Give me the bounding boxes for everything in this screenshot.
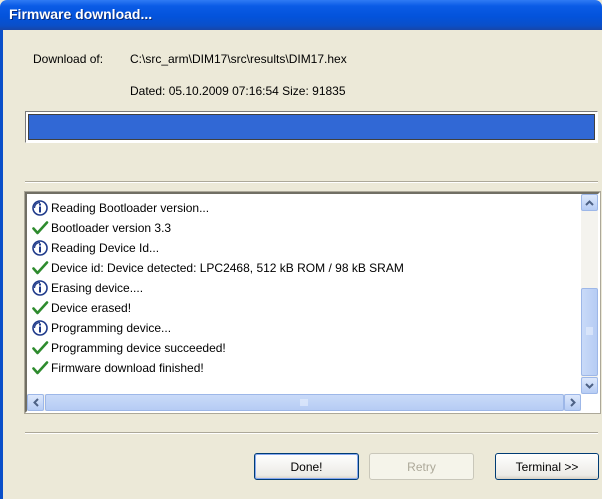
log-item-text: Erasing device.... (51, 281, 144, 295)
window-frame-left (0, 30, 3, 499)
separator-top (25, 181, 598, 183)
retry-button[interactable]: Retry (369, 453, 474, 480)
checkmark-icon (32, 301, 49, 315)
separator-bottom (25, 432, 598, 434)
terminal-button[interactable]: Terminal >> (495, 453, 599, 480)
checkmark-icon (32, 261, 49, 275)
log-item[interactable]: Programming device succeeded! (31, 338, 578, 358)
chevron-right-icon (569, 398, 576, 407)
log-item[interactable]: Bootloader version 3.3 (31, 218, 578, 238)
checkmark-icon (32, 361, 49, 375)
log-item[interactable]: Reading Bootloader version... (31, 198, 578, 218)
log-list: Reading Bootloader version... Bootloader … (31, 198, 578, 378)
log-item[interactable]: Device id: Device detected: LPC2468, 512… (31, 258, 578, 278)
info-icon (32, 280, 48, 296)
download-progress-bar (25, 111, 598, 143)
chevron-down-icon (585, 382, 594, 389)
log-item-text: Bootloader version 3.3 (51, 221, 172, 235)
info-icon (32, 320, 48, 336)
log-item-text: Device id: Device detected: LPC2468, 512… (51, 261, 404, 275)
vertical-scrollbar[interactable] (581, 194, 598, 394)
download-file-info: Dated: 05.10.2009 07:16:54 Size: 91835 (130, 84, 346, 98)
scroll-left-button[interactable] (27, 394, 44, 411)
window-title: Firmware download... (9, 6, 153, 22)
log-item-text: Device erased! (51, 301, 132, 315)
log-listbox[interactable]: Reading Bootloader version... Bootloader … (24, 191, 601, 414)
log-item-text: Programming device succeeded! (51, 341, 226, 355)
progress-fill (29, 115, 594, 139)
title-bar[interactable]: Firmware download... (0, 0, 602, 30)
chevron-left-icon (32, 398, 39, 407)
scroll-right-button[interactable] (564, 394, 581, 411)
log-item[interactable]: Device erased! (31, 298, 578, 318)
grip-icon (586, 327, 593, 335)
log-item[interactable]: Programming device... (31, 318, 578, 338)
log-item[interactable]: Firmware download finished! (31, 358, 578, 378)
info-icon (32, 200, 48, 216)
checkmark-icon (32, 341, 49, 355)
log-item-text: Programming device... (51, 321, 172, 335)
log-item-text: Reading Device Id... (51, 241, 160, 255)
download-file-path: C:\src_arm\DIM17\src\results\DIM17.hex (130, 52, 347, 66)
log-item[interactable]: Reading Device Id... (31, 238, 578, 258)
scroll-down-button[interactable] (581, 377, 598, 394)
log-item[interactable]: Erasing device.... (31, 278, 578, 298)
scroll-up-button[interactable] (581, 194, 598, 211)
horizontal-scrollbar[interactable] (27, 394, 581, 411)
chevron-up-icon (585, 199, 594, 206)
info-icon (32, 240, 48, 256)
done-button[interactable]: Done! (254, 453, 359, 480)
log-item-text: Firmware download finished! (51, 361, 204, 375)
checkmark-icon (32, 221, 49, 235)
horizontal-scroll-thumb[interactable] (45, 394, 564, 411)
log-item-text: Reading Bootloader version... (51, 201, 210, 215)
download-of-label: Download of: (33, 52, 104, 66)
vertical-scroll-thumb[interactable] (581, 288, 598, 376)
grip-icon (300, 399, 308, 406)
